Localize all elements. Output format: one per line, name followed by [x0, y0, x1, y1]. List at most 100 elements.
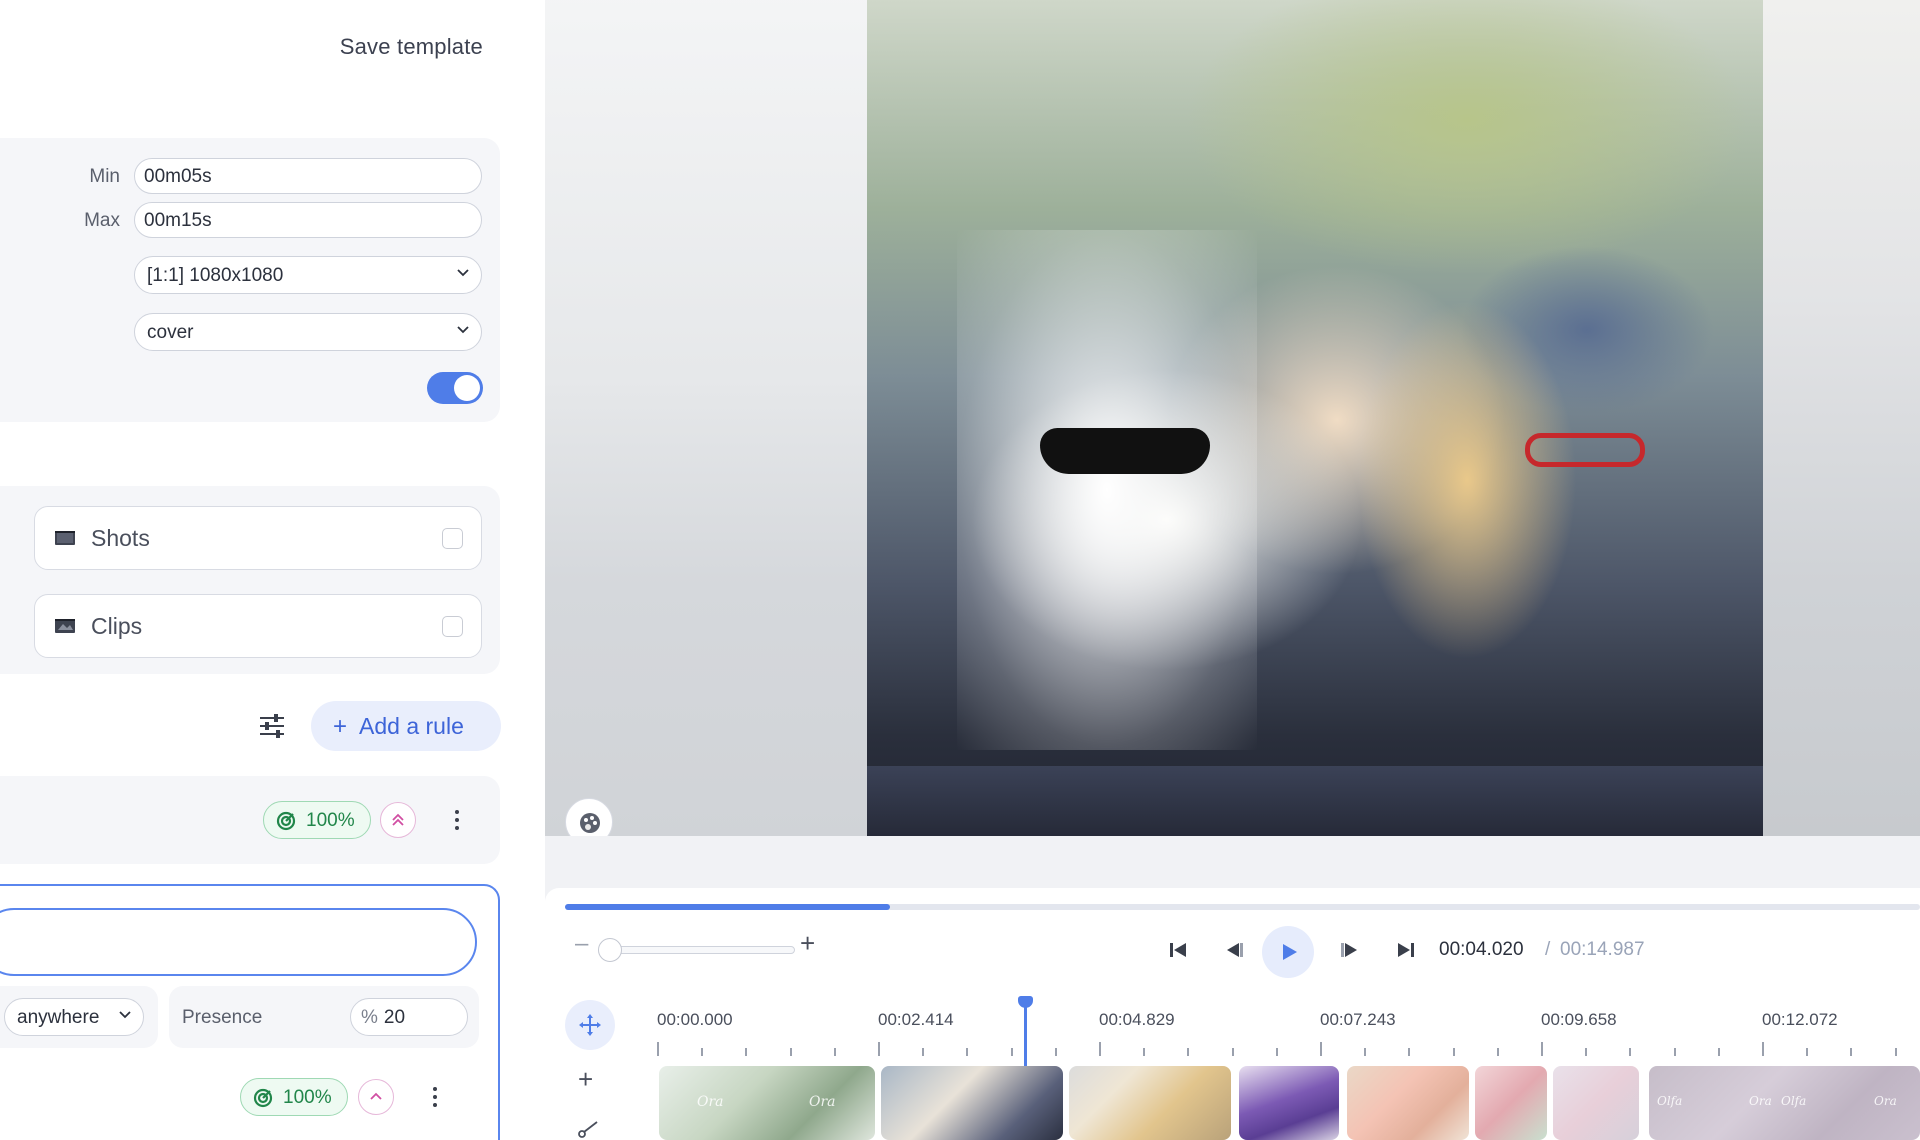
- format-select-value: [1:1] 1080x1080: [147, 265, 284, 286]
- step-back-icon[interactable]: [1217, 932, 1253, 968]
- progress-fill: [565, 904, 891, 910]
- clip-thumbnail[interactable]: [1239, 1066, 1339, 1140]
- preview-blur-right: [1763, 0, 1920, 836]
- scarf-shape: [957, 230, 1257, 750]
- playback-progress[interactable]: [565, 904, 1920, 910]
- clip-thumbnail[interactable]: Olfa Ora Olfa Ora: [1649, 1066, 1920, 1140]
- current-time: 00:04.020: [1439, 939, 1524, 960]
- sources-card: Shots Clips: [0, 486, 500, 674]
- ruler-tick: [878, 1042, 880, 1056]
- ruler-tick: [1011, 1048, 1013, 1056]
- ruler-tick: [1585, 1048, 1587, 1056]
- confidence-badge: 100%: [263, 801, 371, 839]
- ruler-tick: [834, 1048, 836, 1056]
- ruler-tick-label: 00:09.658: [1541, 1010, 1617, 1029]
- presence-input[interactable]: % 20: [350, 998, 468, 1036]
- target-icon: [276, 811, 296, 831]
- clips-checkbox[interactable]: [442, 616, 463, 637]
- skip-to-start-icon[interactable]: [1160, 932, 1196, 968]
- shots-checkbox[interactable]: [442, 528, 463, 549]
- clip-thumbnail[interactable]: [1069, 1066, 1231, 1140]
- ruler-tick: [1232, 1048, 1234, 1056]
- ruler-tick: [1674, 1048, 1676, 1056]
- max-duration-input[interactable]: 00m15s: [134, 202, 482, 238]
- timeline-panel: – + 00:04.020 / 00:14.987 + 00:00.000 00:…: [545, 888, 1920, 1140]
- ruler-tick: [1055, 1048, 1057, 1056]
- ruler-tick: [1364, 1048, 1366, 1056]
- expand-button[interactable]: [358, 1079, 394, 1115]
- presence-label: Presence: [182, 1007, 263, 1028]
- collapse-button[interactable]: [380, 802, 416, 838]
- save-template-button[interactable]: Save template: [340, 34, 483, 60]
- thumb-label: Ora: [697, 1094, 724, 1110]
- toggle-knob: [454, 375, 480, 401]
- source-label: Shots: [91, 525, 150, 551]
- thumb-label: Ora: [1749, 1094, 1772, 1108]
- clip-thumbnail[interactable]: [1475, 1066, 1547, 1140]
- ruler-tick: [1453, 1048, 1455, 1056]
- ruler-tick: [1143, 1048, 1145, 1056]
- skip-to-end-icon[interactable]: [1388, 932, 1424, 968]
- ruler-tick: [790, 1048, 792, 1056]
- zoom-slider-handle[interactable]: [598, 938, 622, 962]
- clip-thumbnail[interactable]: [1553, 1066, 1639, 1140]
- chevron-down-icon: [119, 1011, 131, 1019]
- move-icon: [579, 1014, 601, 1036]
- clip-icon: [55, 619, 75, 633]
- sliders-icon[interactable]: [258, 712, 286, 740]
- source-label: Clips: [91, 613, 143, 639]
- ruler-tick: [1895, 1048, 1897, 1056]
- video-preview[interactable]: [545, 0, 1920, 836]
- ruler-tick: [745, 1048, 747, 1056]
- clip-thumbnail[interactable]: Ora Ora: [659, 1066, 875, 1140]
- min-duration-input[interactable]: 00m05s: [134, 158, 482, 194]
- ruler-tick: [1629, 1048, 1631, 1056]
- play-button[interactable]: [1262, 926, 1314, 978]
- ruler-tick: [1099, 1042, 1101, 1056]
- scissors-icon[interactable]: [577, 1118, 599, 1140]
- clip-thumbnail[interactable]: [881, 1066, 1063, 1140]
- position-select[interactable]: anywhere: [4, 998, 144, 1036]
- plus-icon: +: [333, 713, 348, 740]
- ruler-tick: [1718, 1048, 1720, 1056]
- ruler-tick: [1276, 1048, 1278, 1056]
- add-rule-button[interactable]: + Add a rule: [311, 701, 501, 751]
- more-options-icon[interactable]: [430, 1085, 440, 1109]
- clip-thumbnail[interactable]: [1347, 1066, 1469, 1140]
- rule-card-2: anywhere Presence % 20 100%: [0, 884, 500, 1140]
- timeline-ruler[interactable]: 00:00.000 00:02.414 00:04.829 00:07.243 00:0…: [657, 1010, 1920, 1060]
- ruler-tick: [1408, 1048, 1410, 1056]
- settings-toggle[interactable]: [427, 372, 483, 404]
- format-select[interactable]: [1:1] 1080x1080: [134, 256, 482, 294]
- badge-value: 100%: [306, 810, 355, 831]
- more-options-icon[interactable]: [452, 808, 462, 832]
- source-shots[interactable]: Shots: [34, 506, 482, 570]
- move-tool-button[interactable]: [565, 1000, 615, 1050]
- clip-thumbnails[interactable]: Ora Ora Olfa Ora Olfa Ora: [659, 1066, 1920, 1140]
- red-sunglasses-shape: [1525, 433, 1645, 467]
- zoom-slider[interactable]: [605, 946, 795, 954]
- car-door-shape: [867, 766, 1763, 836]
- ruler-tick-label: 00:02.414: [878, 1010, 954, 1029]
- palette-icon: [580, 813, 600, 833]
- zoom-out-icon[interactable]: –: [575, 930, 588, 958]
- target-icon: [253, 1088, 273, 1108]
- hair-shape: [1357, 300, 1577, 660]
- ruler-tick: [701, 1048, 703, 1056]
- chevron-up-icon: [370, 1092, 382, 1100]
- settings-card: Min 00m05s Max 00m15s [1:1] 1080x1080 co…: [0, 138, 500, 422]
- double-chevron-up-icon: [392, 813, 404, 826]
- ruler-tick: [1497, 1048, 1499, 1056]
- fit-select[interactable]: cover: [134, 313, 482, 351]
- min-label: Min: [89, 166, 120, 187]
- rule-card-1: 100%: [0, 776, 500, 864]
- add-track-icon[interactable]: +: [578, 1064, 593, 1095]
- confidence-badge: 100%: [240, 1078, 348, 1116]
- ruler-tick-label: 00:04.829: [1099, 1010, 1175, 1029]
- zoom-in-icon[interactable]: +: [800, 928, 815, 959]
- source-clips[interactable]: Clips: [34, 594, 482, 658]
- rule-text-input[interactable]: [0, 908, 477, 976]
- step-forward-icon[interactable]: [1331, 932, 1367, 968]
- preview-frame-image: [867, 0, 1763, 836]
- ruler-tick-label: 00:07.243: [1320, 1010, 1396, 1029]
